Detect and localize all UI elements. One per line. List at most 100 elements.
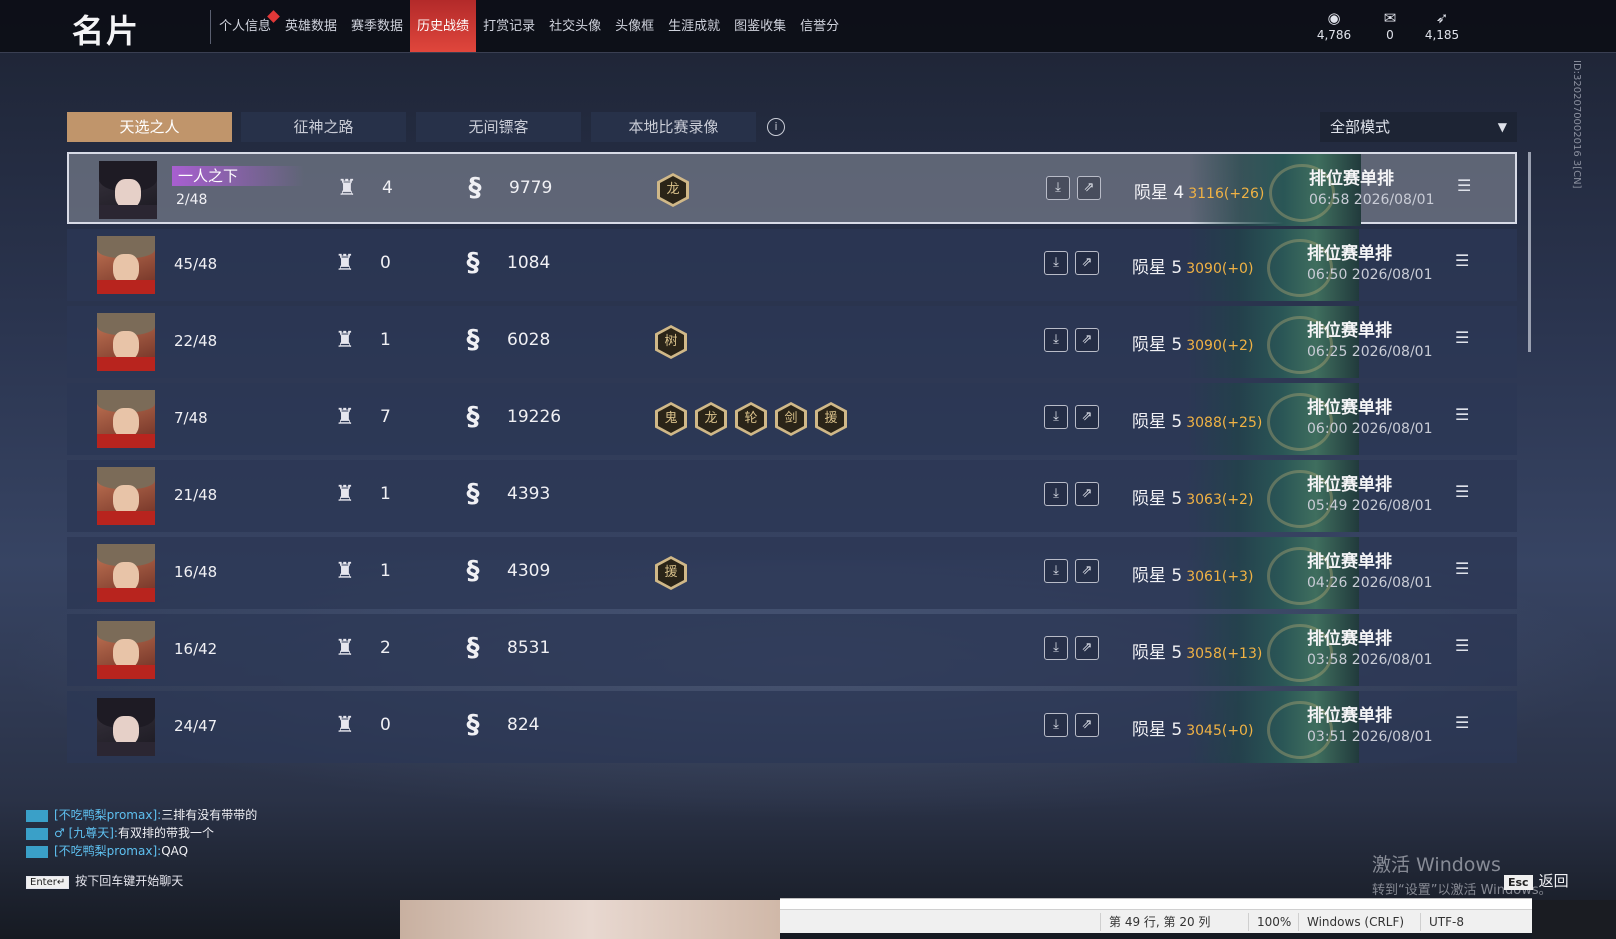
list-menu-icon[interactable]: ☰	[1455, 559, 1469, 578]
badge-glyph: 援	[824, 411, 838, 426]
chat-line: [不吃鸭梨promax]:三排有没有带带的	[26, 806, 257, 824]
kills-value: 0	[380, 253, 391, 273]
damage-value: 6028	[507, 330, 551, 350]
nav-item-label: 个人信息	[219, 19, 272, 34]
match-row[interactable]: 16/48 ♜ 1 § 4309 援 ⤓ ⇗ 陨星 5 3061(+3) 排位赛单排 04:26 20…	[67, 537, 1517, 609]
kills-icon: ♜	[335, 328, 355, 353]
download-icon[interactable]: ⤓	[1044, 713, 1068, 737]
list-menu-icon[interactable]: ☰	[1455, 482, 1469, 501]
nav-item-label: 英雄数据	[285, 19, 338, 34]
match-row[interactable]: 21/48 ♜ 1 § 4393 ⤓ ⇗ 陨星 5 3063(+2) 排位赛单排 05:49 202…	[67, 460, 1517, 532]
match-time: 04:26 2026/08/01	[1307, 575, 1433, 591]
damage-value: 4393	[507, 484, 551, 504]
list-menu-icon[interactable]: ☰	[1455, 251, 1469, 270]
tier-name: 陨星 5	[1132, 643, 1183, 663]
chat-sender[interactable]: [不吃鸭梨promax]:	[54, 844, 161, 858]
nav-item-3[interactable]: 历史战绩	[410, 0, 477, 52]
damage-icon: §	[468, 173, 482, 203]
match-row[interactable]: 7/48 ♜ 7 § 19226 鬼 龙 轮 剑 援 ⤓ ⇗ 陨星 5 3088(+25) 排位赛单排 06:…	[67, 383, 1517, 455]
share-icon[interactable]: ⇗	[1075, 713, 1099, 737]
download-icon[interactable]: ⤓	[1044, 559, 1068, 583]
kills-icon: ♜	[335, 636, 355, 661]
share-icon[interactable]: ⇗	[1075, 328, 1099, 352]
list-menu-icon[interactable]: ☰	[1455, 713, 1469, 732]
share-icon[interactable]: ⇗	[1075, 636, 1099, 660]
match-row[interactable]: 一人之下 2/48 ♜ 4 § 9779 龙 ⤓ ⇗ 陨星 4 3116(+26) 排位赛单排 06:5…	[67, 152, 1517, 226]
nav-item-4[interactable]: 打赏记录	[476, 0, 542, 52]
chat-sender[interactable]: [不吃鸭梨promax]:	[54, 808, 161, 822]
share-icon[interactable]: ⇗	[1075, 405, 1099, 429]
placement: 22/48	[174, 332, 218, 350]
info-icon[interactable]: i	[767, 118, 785, 136]
achievement-badge-icon: 援	[815, 402, 847, 436]
nav-item-8[interactable]: 图鉴收集	[727, 0, 793, 52]
nav-item-5[interactable]: 社交头像	[542, 0, 608, 52]
achievement-badge-icon: 鬼	[655, 402, 687, 436]
tier-score: 3088(+25)	[1186, 415, 1263, 431]
avatar-cloth	[97, 511, 155, 525]
share-icon[interactable]: ⇗	[1075, 251, 1099, 275]
match-time: 06:00 2026/08/01	[1307, 421, 1433, 437]
avatar	[97, 467, 155, 525]
match-row[interactable]: 24/47 ♜ 0 § 824 ⤓ ⇗ 陨星 5 3045(+0) 排位赛单排 03:51 2026…	[67, 691, 1517, 763]
avatar	[97, 313, 155, 371]
share-icon[interactable]: ⇗	[1075, 482, 1099, 506]
share-icon[interactable]: ⇗	[1077, 176, 1101, 200]
chat-channel-icon	[26, 845, 48, 858]
list-menu-icon[interactable]: ☰	[1455, 636, 1469, 655]
list-menu-icon[interactable]: ☰	[1457, 176, 1471, 195]
download-icon[interactable]: ⤓	[1044, 251, 1068, 275]
list-menu-icon[interactable]: ☰	[1455, 405, 1469, 424]
match-type: 排位赛单排	[1307, 706, 1392, 726]
share-icon[interactable]: ⇗	[1075, 559, 1099, 583]
damage-icon: §	[466, 479, 480, 509]
mode-select[interactable]: 全部模式 ▼	[1320, 112, 1517, 142]
tab-0[interactable]: 天选之人	[67, 112, 232, 142]
placement: 45/48	[174, 255, 218, 273]
chat-hint-text: 按下回车键开始聊天	[75, 874, 184, 888]
download-icon[interactable]: ⤓	[1044, 636, 1068, 660]
match-type: 排位赛单排	[1307, 475, 1392, 495]
match-row[interactable]: 45/48 ♜ 0 § 1084 ⤓ ⇗ 陨星 5 3090(+0) 排位赛单排 06:50 202…	[67, 229, 1517, 301]
download-icon[interactable]: ⤓	[1044, 328, 1068, 352]
nav-item-6[interactable]: 头像框	[608, 0, 661, 52]
nav-item-label: 头像框	[615, 19, 655, 34]
nav-item-2[interactable]: 赛季数据	[344, 0, 410, 52]
match-row[interactable]: 16/42 ♜ 2 § 8531 ⤓ ⇗ 陨星 5 3058(+13) 排位赛单排 03:58 20…	[67, 614, 1517, 686]
avatar-cloth	[97, 665, 155, 679]
kills-icon: ♜	[335, 405, 355, 430]
back-button[interactable]: Esc 返回	[1504, 870, 1569, 891]
nav-item-0[interactable]: 个人信息	[212, 0, 280, 52]
tier-label: 陨星 5 3090(+2)	[1132, 330, 1253, 355]
tier-score: 3045(+0)	[1186, 723, 1254, 739]
list-menu-icon[interactable]: ☰	[1455, 328, 1469, 347]
damage-icon: §	[466, 556, 480, 586]
notepad-text-area[interactable]	[780, 899, 1532, 910]
avatar	[97, 621, 155, 679]
tier-name: 陨星 5	[1132, 566, 1183, 586]
avatar	[99, 161, 157, 219]
kills-value: 1	[380, 484, 391, 504]
tab-2[interactable]: 无间镖客	[416, 112, 581, 142]
tab-1[interactable]: 征神之路	[241, 112, 406, 142]
tab-3[interactable]: 本地比赛录像	[591, 112, 756, 142]
achievement-badges: 树	[655, 325, 687, 359]
match-row[interactable]: 22/48 ♜ 1 § 6028 树 ⤓ ⇗ 陨星 5 3090(+2) 排位赛单排 06:25 20…	[67, 306, 1517, 378]
tier-score: 3090(+2)	[1186, 338, 1254, 354]
nav-item-9[interactable]: 信誉分	[793, 0, 846, 52]
nav-item-1[interactable]: 英雄数据	[278, 0, 344, 52]
damage-icon: §	[466, 710, 480, 740]
achievement-badge-icon: 剑	[775, 402, 807, 436]
avatar	[97, 236, 155, 294]
download-icon[interactable]: ⤓	[1046, 176, 1070, 200]
download-icon[interactable]: ⤓	[1044, 405, 1068, 429]
chat-sender[interactable]: ♂ [九尊天]:	[54, 826, 118, 840]
nav-item-7[interactable]: 生涯成就	[661, 0, 727, 52]
match-type: 排位赛单排	[1309, 169, 1394, 189]
chat-channel-icon	[26, 827, 48, 840]
download-icon[interactable]: ⤓	[1044, 482, 1068, 506]
avatar	[97, 544, 155, 602]
chat-line: [不吃鸭梨promax]:QAQ	[26, 842, 257, 860]
scrollbar[interactable]	[1528, 152, 1531, 352]
achievement-badges: 援	[655, 556, 687, 590]
